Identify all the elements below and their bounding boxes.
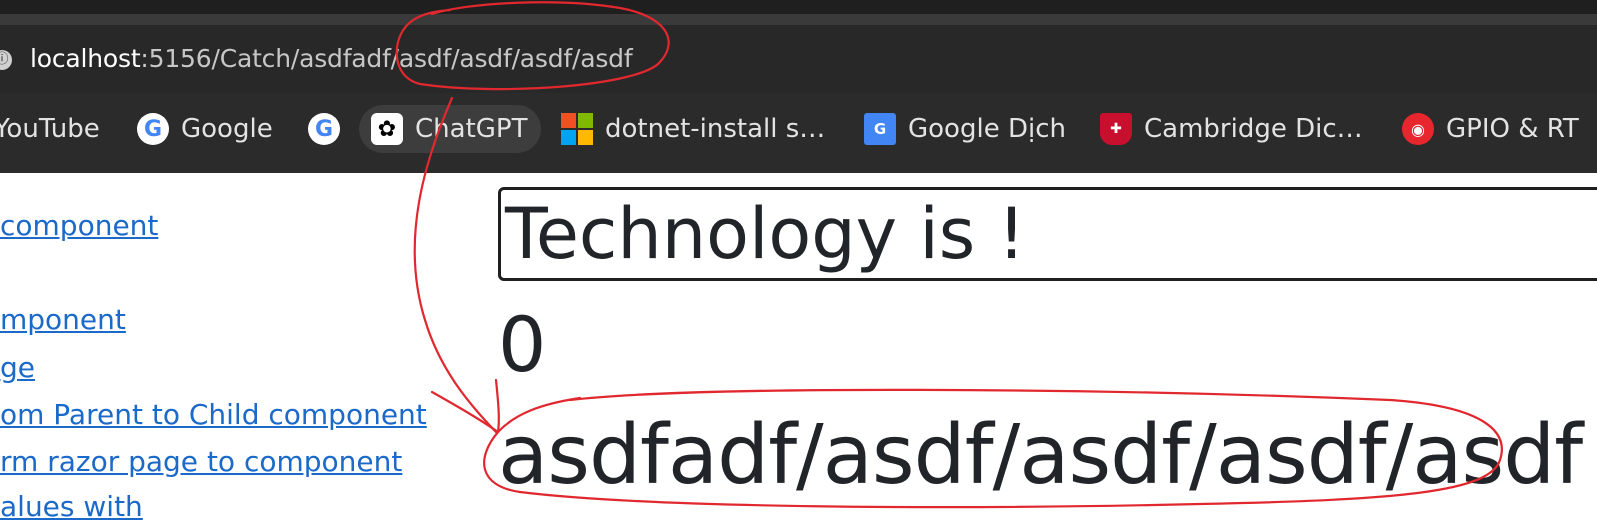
bookmark-label: Google Dịch — [908, 114, 1066, 144]
bookmark-dotnet-install[interactable]: dotnet-install s… — [561, 105, 825, 153]
annotation-arrow-head — [430, 378, 500, 434]
url-path: :5156/Catch/asdfadf/asdf/asdf/asdf/asdf — [140, 44, 633, 73]
bookmark-label: ChatGPT — [415, 114, 528, 144]
nav-link[interactable]: component — [0, 208, 158, 244]
bookmark-youtube[interactable]: YouTube — [0, 105, 100, 153]
openai-icon: ✿ — [371, 113, 403, 145]
browser-tab-strip — [0, 0, 1597, 14]
counter-value: 0 — [498, 300, 547, 389]
tab-strip-border — [0, 14, 1597, 25]
nav-link[interactable]: rm razor page to component — [0, 444, 402, 480]
bookmarks-bar: YouTube G Google G ✿ ChatGPT dotnet-inst… — [0, 93, 1597, 173]
espressif-icon: ◉ — [1402, 113, 1434, 145]
bookmark-google-translate[interactable]: G Google Dịch — [864, 105, 1066, 153]
nav-link[interactable]: alues with — [0, 489, 143, 525]
nav-link[interactable]: om Parent to Child component — [0, 397, 427, 433]
bookmark-cambridge[interactable]: ✚ Cambridge Dic… — [1100, 105, 1363, 153]
google-icon: G — [137, 113, 169, 145]
bookmark-google[interactable]: G Google — [137, 105, 273, 153]
bookmark-google-2[interactable]: G — [308, 105, 352, 153]
google-icon: G — [308, 113, 340, 145]
route-parameter-text: asdfadf/asdf/asdf/asdf/asdf — [498, 408, 1583, 503]
nav-link[interactable]: mponent — [0, 302, 126, 338]
bookmark-gpio[interactable]: ◉ GPIO & RT — [1402, 105, 1579, 153]
bookmark-label: GPIO & RT — [1446, 114, 1579, 144]
microsoft-icon — [561, 113, 593, 145]
url-host: localhost — [30, 44, 141, 73]
nav-link[interactable]: ge — [0, 350, 35, 386]
url-field[interactable]: localhost:5156/Catch/asdfadf/asdf/asdf/a… — [30, 41, 633, 77]
google-translate-icon: G — [864, 113, 896, 145]
bookmark-label: dotnet-install s… — [605, 114, 826, 144]
bookmark-label: Google — [181, 114, 273, 144]
bookmark-label: Cambridge Dic… — [1144, 114, 1363, 144]
technology-input[interactable]: Technology is ! — [498, 187, 1597, 281]
bookmark-label: YouTube — [0, 114, 100, 144]
bookmark-chatgpt[interactable]: ✿ ChatGPT — [359, 105, 542, 153]
cambridge-icon: ✚ — [1100, 113, 1132, 145]
